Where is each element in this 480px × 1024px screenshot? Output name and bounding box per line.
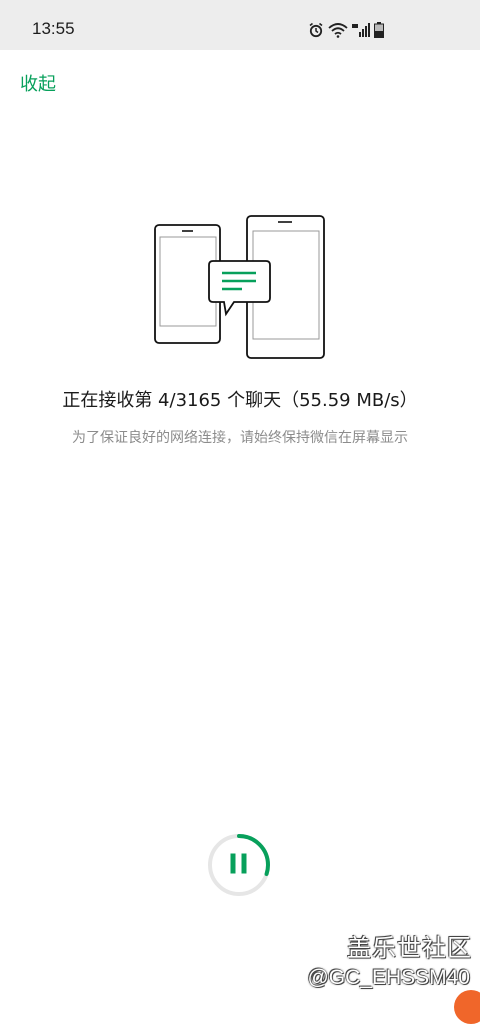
community-logo-icon	[454, 990, 480, 1024]
transfer-illustration	[154, 215, 325, 359]
status-time: 13:55	[32, 19, 75, 38]
progress-ring	[208, 834, 270, 896]
lte-signal-icon	[352, 23, 370, 37]
keep-screen-on-hint: 为了保证良好的网络连接，请始终保持微信在屏幕显示	[72, 430, 408, 446]
watermark-user-id: @GC_EHSSM40	[307, 966, 470, 989]
battery-icon	[374, 22, 384, 38]
pause-button[interactable]	[206, 832, 272, 898]
alarm-icon	[309, 22, 323, 38]
status-bar: 13:55	[0, 0, 480, 50]
status-icons	[308, 20, 384, 40]
collapse-button[interactable]: 收起	[20, 70, 56, 96]
wifi-icon	[328, 23, 348, 38]
transfer-status-text: 正在接收第 4/3165 个聊天（55.59 MB/s）	[62, 390, 418, 411]
watermark-brand: 盖乐世社区	[347, 934, 472, 962]
